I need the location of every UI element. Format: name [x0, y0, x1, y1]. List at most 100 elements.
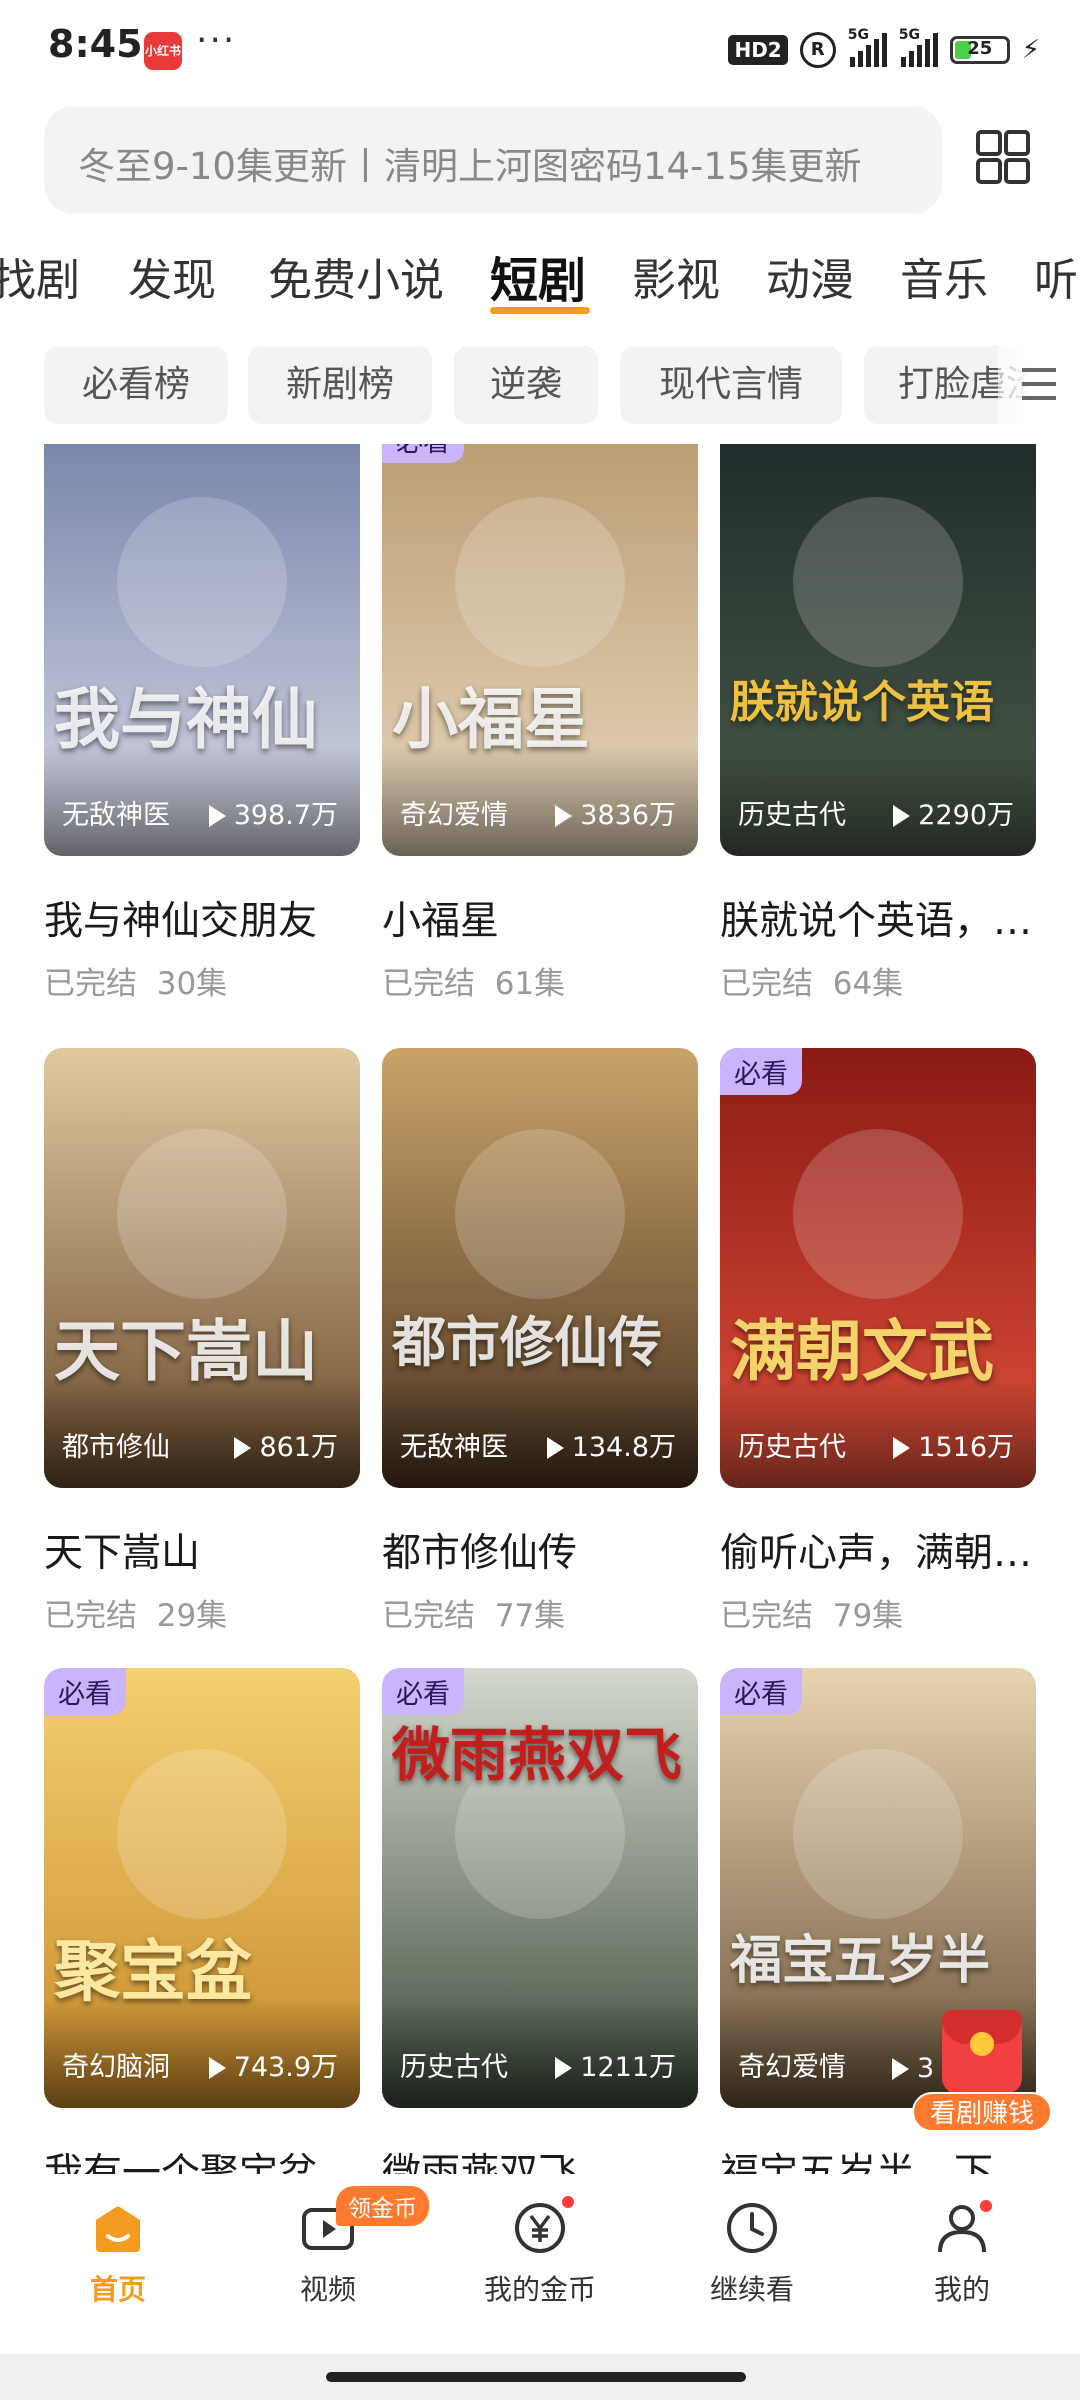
- nav-video-label: 视频: [299, 2273, 356, 2306]
- tab-film-tv[interactable]: 影视: [632, 244, 720, 308]
- tab-free-novel[interactable]: 免费小说: [268, 244, 444, 308]
- drama-title[interactable]: 偷听心声，满朝文武: [720, 1522, 1036, 1578]
- tab-music[interactable]: 音乐: [900, 244, 988, 308]
- drama-poster[interactable]: 我与神仙 无敌神医 398.7万: [44, 444, 360, 856]
- must-watch-badge: 必看: [720, 1668, 802, 1715]
- drama-meta: 已完结 30集: [44, 966, 228, 1002]
- charging-icon: ⚡: [1021, 35, 1040, 65]
- poster-art-text: 朕就说个英语: [730, 677, 994, 728]
- play-count: 1211万: [555, 2045, 676, 2084]
- drama-poster[interactable]: 都市修仙传 无敌神医 134.8万: [382, 1048, 698, 1488]
- play-count: 2290万: [893, 793, 1014, 832]
- watch-earn-button[interactable]: 看剧赚钱: [912, 2010, 1052, 2134]
- nav-home-label: 首页: [89, 2273, 146, 2306]
- tab-anime[interactable]: 动漫: [766, 244, 854, 308]
- genre-label: 无敌神医: [62, 800, 170, 831]
- drama-meta: 已完结 79集: [720, 1598, 904, 1634]
- drama-meta: 已完结 64集: [720, 966, 904, 1002]
- play-count: 861万: [234, 1425, 338, 1464]
- drama-poster[interactable]: 微雨燕双飞 必看 历史古代 1211万: [382, 1668, 698, 2108]
- play-count: 3836万: [555, 793, 676, 832]
- play-count: 134.8万: [546, 1425, 676, 1464]
- gesture-bar-area: [0, 2354, 1080, 2400]
- signal-icon-sim1: 5G: [848, 27, 887, 67]
- roaming-icon: R: [799, 32, 836, 68]
- poster-art-text: 都市修仙传: [392, 1310, 662, 1374]
- genre-label: 奇幻爱情: [400, 800, 508, 831]
- tab-discover[interactable]: 发现: [128, 244, 216, 308]
- chip-must-watch[interactable]: 必看榜: [44, 346, 228, 424]
- drama-meta: 已完结 77集: [382, 1598, 566, 1634]
- home-icon: [88, 2198, 148, 2258]
- status-right: HD2 R 5G 5G 25 ⚡: [728, 27, 1040, 72]
- drama-poster[interactable]: 小福星 必看 奇幻爱情 3836万: [382, 444, 698, 856]
- category-grid-icon[interactable]: [976, 130, 1030, 184]
- drama-title[interactable]: 天下嵩山: [44, 1522, 360, 1578]
- filter-chips: 必看榜 新剧榜 逆袭 现代言情 打脸虐渣: [0, 346, 1080, 424]
- chips-menu-icon[interactable]: [998, 346, 1080, 424]
- drama-title[interactable]: 都市修仙传: [382, 1522, 698, 1578]
- play-count: 398.7万: [208, 793, 338, 832]
- battery-icon: 25: [949, 36, 1010, 64]
- drama-title[interactable]: 小福星: [382, 890, 698, 946]
- chip-comeback[interactable]: 逆袭: [454, 346, 598, 424]
- drama-meta: 已完结 29集: [44, 1598, 228, 1634]
- must-watch-badge: 必看: [382, 444, 464, 463]
- nav-me-label: 我的: [933, 2273, 990, 2306]
- drama-poster[interactable]: 聚宝盆 必看 奇幻脑洞 743.9万: [44, 1668, 360, 2108]
- drama-title[interactable]: 我有一个聚宝盆: [44, 2142, 360, 2174]
- network-type-label: 5G: [898, 27, 920, 43]
- tab-audiobook[interactable]: 听书: [1034, 244, 1080, 308]
- play-icon: [208, 805, 226, 827]
- notification-dot: [562, 2196, 574, 2208]
- genre-label: 无敌神医: [400, 1432, 508, 1463]
- search-bar[interactable]: 冬至9-10集更新丨清明上河图密码14-15集更新: [44, 106, 942, 214]
- must-watch-badge: 必看: [44, 1668, 126, 1715]
- coin-icon: [970, 2032, 994, 2056]
- poster-art-text: 微雨燕双飞: [392, 1721, 683, 1789]
- play-icon: [555, 805, 573, 827]
- drama-poster[interactable]: 天下嵩山 都市修仙 861万: [44, 1048, 360, 1488]
- notification-dot: [980, 2200, 992, 2212]
- nav-me[interactable]: 我的: [892, 2198, 1032, 2308]
- drama-grid: 我与神仙 无敌神医 398.7万 我与神仙交朋友 已完结 30集 小福星 必看 …: [0, 444, 1080, 2174]
- status-time: 8:45: [48, 22, 143, 66]
- genre-label: 历史古代: [400, 2052, 508, 2083]
- get-coins-badge[interactable]: 领金币: [336, 2186, 429, 2226]
- drama-title[interactable]: 我与神仙交朋友: [44, 890, 360, 946]
- genre-label: 奇幻脑洞: [62, 2052, 170, 2083]
- drama-meta: 已完结 61集: [382, 966, 566, 1002]
- play-icon: [234, 1437, 252, 1459]
- battery-level: 25: [967, 38, 993, 59]
- poster-art-text: 福宝五岁半: [730, 1930, 991, 1991]
- user-icon: [932, 2198, 992, 2258]
- more-notifications-icon: ···: [196, 20, 237, 61]
- drama-poster[interactable]: 朕就说个英语 历史古代 2290万: [720, 444, 1036, 856]
- drama-title[interactable]: 朕就说个英语，你们咋都下跪了: [720, 890, 1036, 946]
- hd-voice-icon: HD2: [728, 35, 788, 65]
- drama-title[interactable]: 福宝五岁半，下山被宠: [720, 2142, 1036, 2174]
- genre-label: 都市修仙: [62, 1432, 170, 1463]
- drama-title[interactable]: 微雨燕双飞: [382, 2142, 698, 2174]
- nav-my-coins[interactable]: 我的金币: [470, 2196, 610, 2308]
- play-icon: [893, 805, 911, 827]
- home-indicator[interactable]: [326, 2372, 746, 2382]
- coin-icon: [510, 2196, 574, 2258]
- play-icon: [555, 2057, 573, 2079]
- genre-label: 历史古代: [738, 800, 846, 831]
- clock-icon: [722, 2198, 782, 2258]
- signal-icon-sim2: 5G: [899, 27, 938, 67]
- nav-coins-label: 我的金币: [483, 2273, 596, 2306]
- chip-new-drama[interactable]: 新剧榜: [248, 346, 432, 424]
- tab-find-drama[interactable]: 找剧: [0, 244, 80, 308]
- must-watch-badge: 必看: [382, 1668, 464, 1715]
- nav-home[interactable]: 首页: [48, 2198, 188, 2308]
- drama-poster[interactable]: 满朝文武 必看 历史古代 1516万: [720, 1048, 1036, 1488]
- must-watch-badge: 必看: [720, 1048, 802, 1095]
- search-placeholder: 冬至9-10集更新丨清明上河图密码14-15集更新: [78, 145, 862, 188]
- nav-continue[interactable]: 继续看: [682, 2198, 822, 2308]
- chip-modern-romance[interactable]: 现代言情: [620, 346, 842, 424]
- genre-label: 奇幻爱情: [738, 2052, 846, 2083]
- network-type-label: 5G: [847, 27, 869, 43]
- tab-short-drama[interactable]: 短剧: [490, 244, 586, 311]
